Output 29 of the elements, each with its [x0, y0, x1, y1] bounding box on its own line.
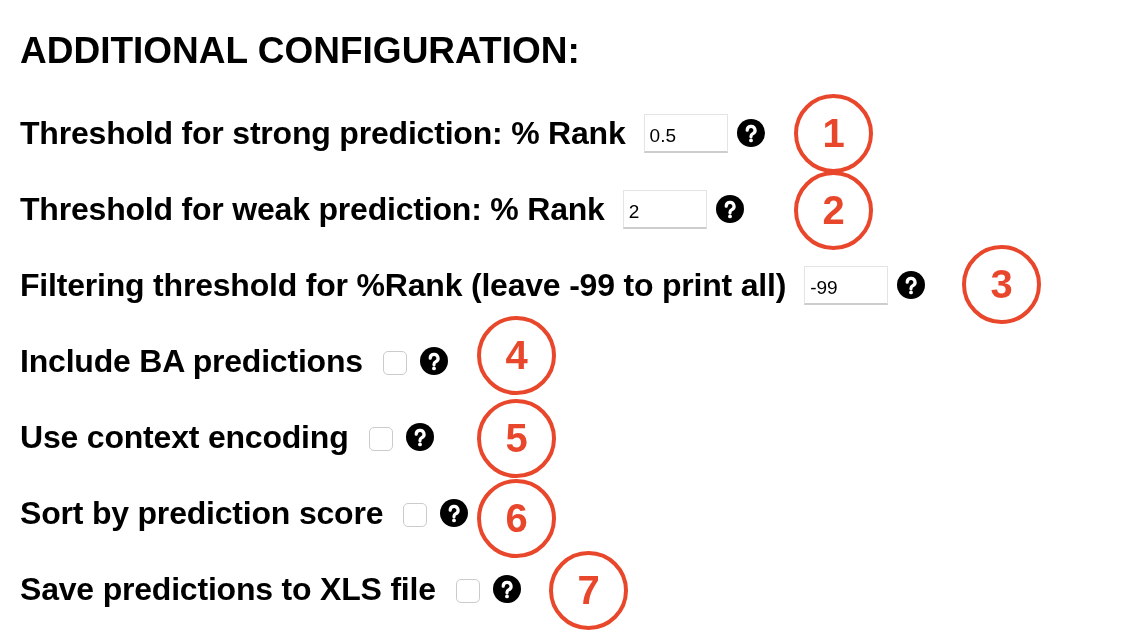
field-label: Filtering threshold for %Rank (leave -99 to print all) [20, 266, 787, 304]
annotation-marker: 5 [477, 398, 556, 478]
help-icon[interactable] [405, 423, 434, 451]
help-icon[interactable] [897, 271, 926, 299]
checkbox[interactable] [368, 427, 393, 451]
field-label: Use context encoding [20, 418, 349, 456]
checkbox[interactable] [455, 579, 480, 603]
annotation-marker: 1 [794, 93, 873, 173]
help-icon[interactable] [492, 575, 521, 603]
annotation-marker: 6 [477, 478, 556, 558]
annotation-marker: 2 [794, 170, 873, 250]
help-icon[interactable] [419, 347, 448, 375]
input-field[interactable]: -99 [804, 265, 889, 305]
input-field[interactable]: 2 [622, 189, 707, 229]
field-label: Save predictions to XLS file [20, 570, 436, 608]
checkbox[interactable] [382, 351, 407, 375]
field-label: Threshold for weak prediction: % Rank [20, 190, 605, 228]
section-heading: ADDITIONAL CONFIGURATION: [19, 28, 581, 73]
annotation-marker: 4 [477, 315, 556, 395]
checkbox[interactable] [403, 503, 428, 527]
help-icon[interactable] [440, 499, 469, 527]
help-icon[interactable] [736, 119, 765, 147]
field-label: Include BA predictions [20, 342, 363, 380]
input-field[interactable]: 0.5 [643, 113, 728, 153]
annotation-marker: 3 [962, 244, 1041, 324]
field-label: Threshold for strong prediction: % Rank [20, 114, 626, 152]
field-label: Sort by prediction score [20, 494, 384, 532]
help-icon[interactable] [715, 195, 744, 223]
annotation-marker: 7 [549, 550, 628, 630]
